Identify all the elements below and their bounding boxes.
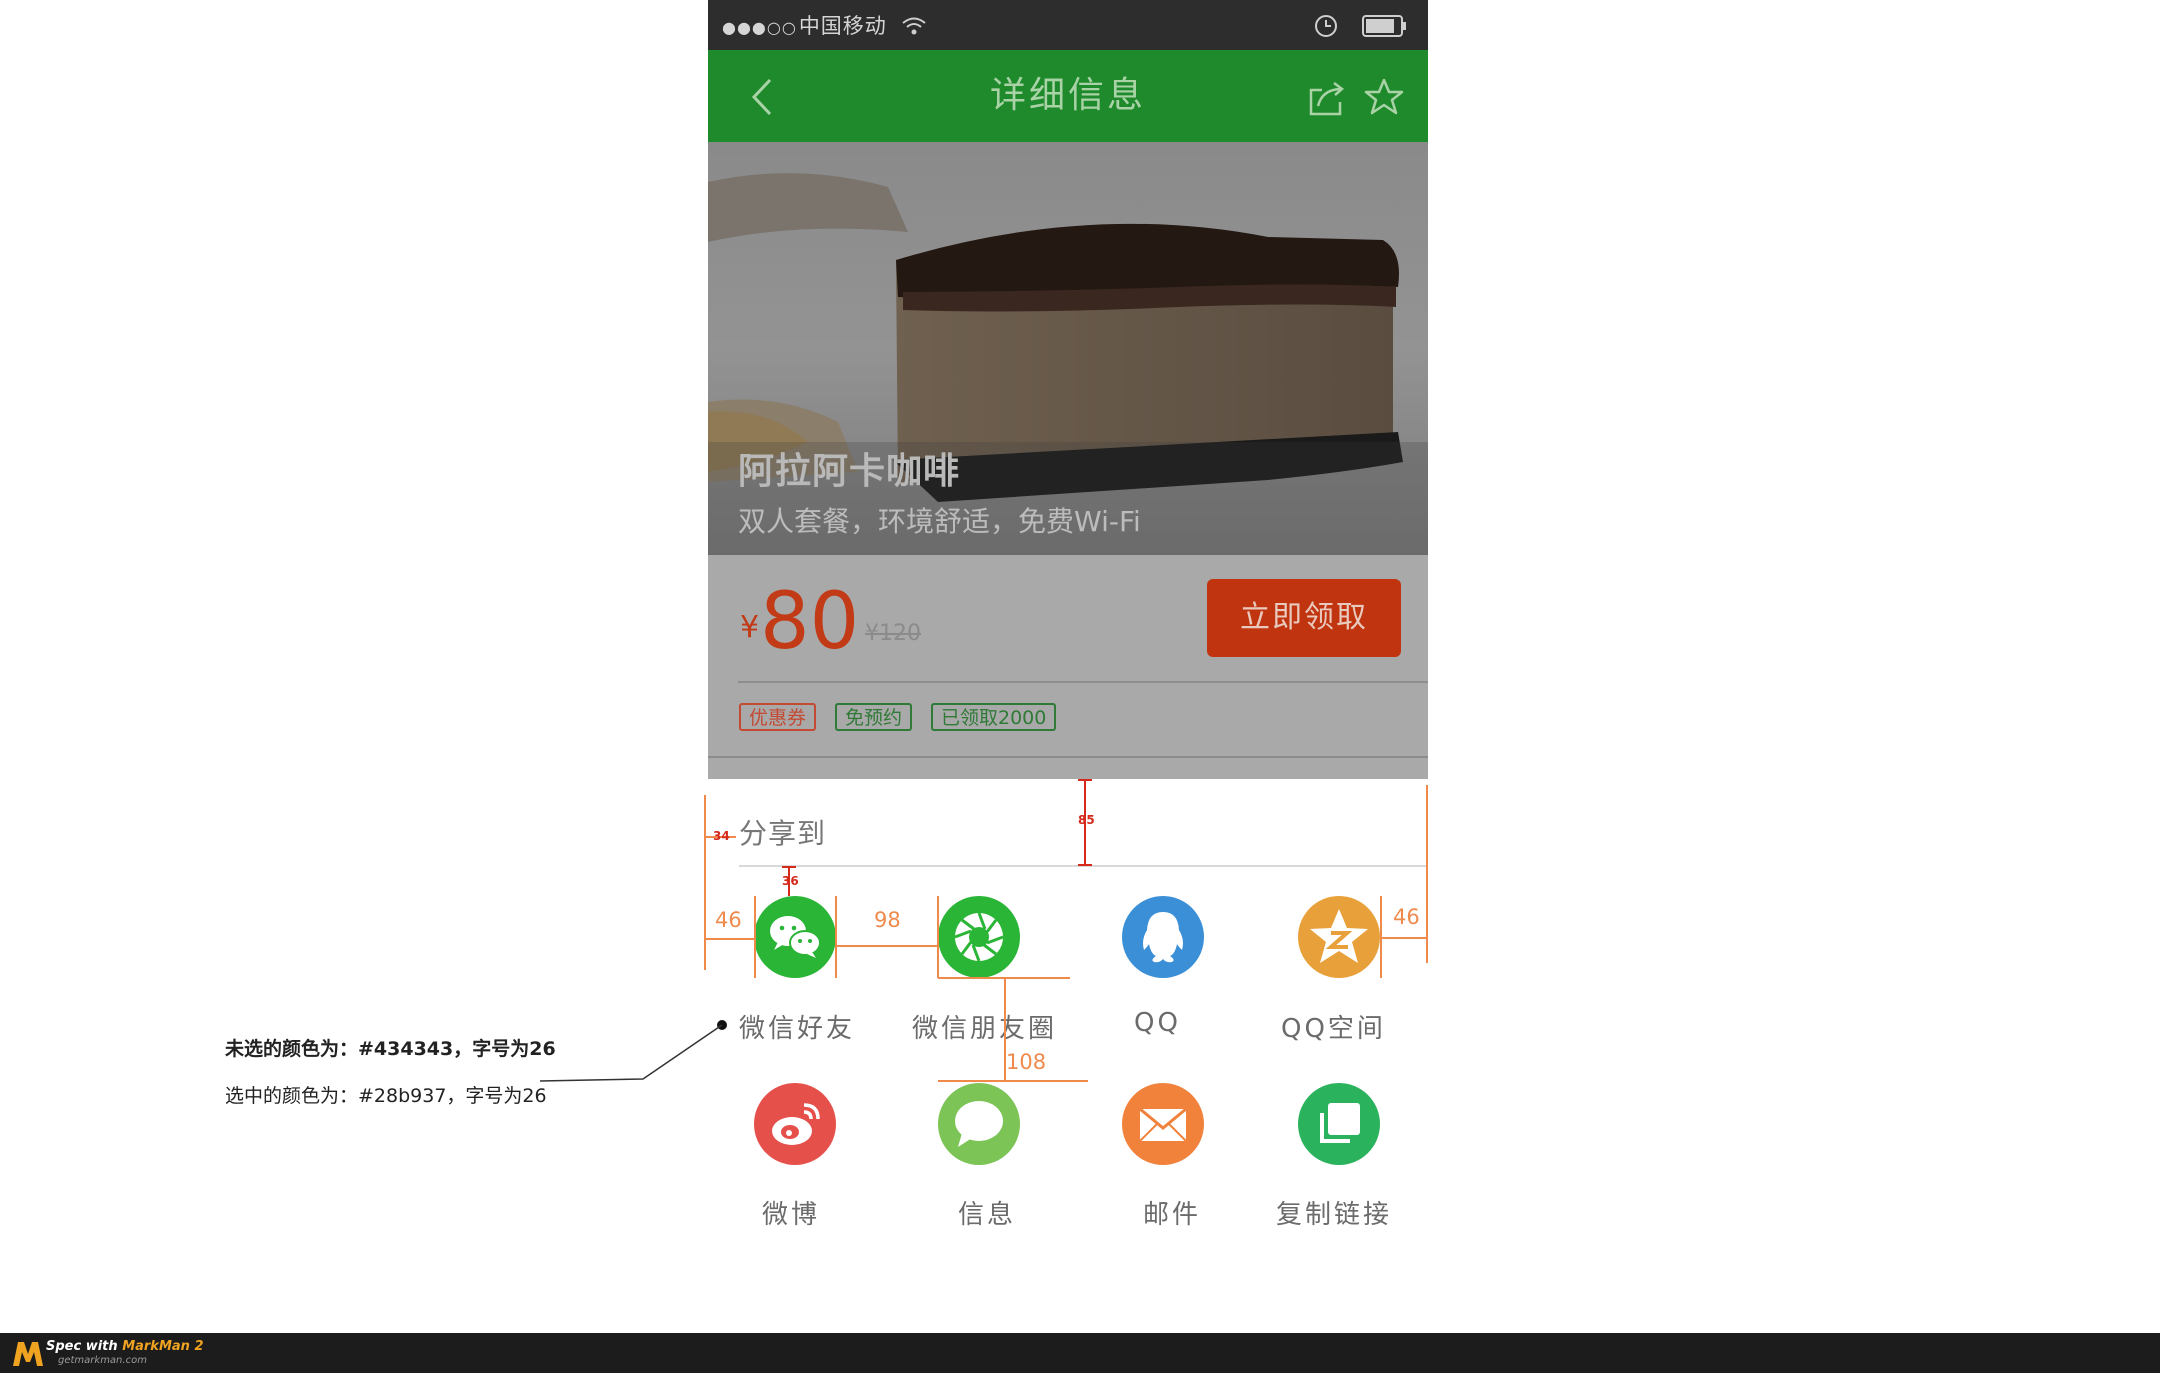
footer-url: getmarkman.com — [58, 1355, 147, 1366]
share-item-message[interactable] — [938, 1083, 1020, 1165]
share-label-qzone: QQ空间 — [1281, 1014, 1386, 1044]
share-label-moments: 微信朋友圈 — [912, 1014, 1058, 1044]
price-section: ¥ 80 ¥120 立即领取 优惠券 免预约 已领取2000 — [708, 555, 1428, 779]
share-item-qzone[interactable] — [1298, 896, 1380, 978]
phone-screen: ●●●○○中国移动 详细信息 阿拉阿卡咖啡 双人套餐，环境舒适，免费Wi-Fi … — [704, 0, 1428, 1373]
share-label-wechat: 微信好友 — [739, 1014, 856, 1044]
divider — [708, 756, 1428, 758]
tag-no-reservation: 免预约 — [835, 703, 913, 731]
share-item-weibo[interactable] — [754, 1083, 836, 1165]
share-title: 分享到 — [739, 817, 827, 850]
shop-name: 阿拉阿卡咖啡 — [738, 451, 961, 492]
share-item-wechat[interactable] — [754, 896, 836, 978]
markman-logo-icon — [13, 1342, 43, 1366]
nav-bar: 详细信息 — [708, 50, 1428, 142]
spec-36: 36 — [782, 874, 799, 888]
copy-link-icon — [1320, 1103, 1360, 1143]
spec-guide — [704, 938, 756, 940]
tag-claimed-count: 已领取2000 — [931, 703, 1057, 731]
spec-guide — [754, 896, 756, 978]
share-label-mail: 邮件 — [1143, 1200, 1202, 1230]
footer-brand-prefix: Spec with — [46, 1339, 123, 1354]
spec-108: 108 — [1006, 1050, 1047, 1074]
spec-guide — [938, 1080, 1088, 1082]
spec-guide — [704, 795, 706, 970]
spec-guide — [1382, 937, 1428, 939]
spec-guide — [1380, 896, 1382, 978]
share-label-weibo: 微博 — [762, 1200, 821, 1230]
wechat-icon — [770, 916, 821, 958]
carrier-name: 中国移动 — [798, 14, 887, 38]
spec-guide — [1078, 864, 1092, 866]
wifi-icon — [901, 17, 926, 35]
share-label-copy-link: 复制链接 — [1276, 1200, 1393, 1230]
clock-icon — [1315, 15, 1337, 37]
spec-guide — [1078, 779, 1092, 781]
mail-icon — [1139, 1107, 1187, 1142]
share-icon[interactable] — [1308, 80, 1348, 116]
share-label-message: 信息 — [958, 1200, 1017, 1230]
spec-guide — [782, 866, 796, 868]
share-label-qq: QQ — [1134, 1008, 1181, 1038]
hero-image: 阿拉阿卡咖啡 双人套餐，环境舒适，免费Wi-Fi — [708, 142, 1428, 555]
qq-icon — [1143, 912, 1183, 963]
spec-guide — [937, 896, 939, 978]
qzone-icon — [1310, 909, 1368, 963]
share-item-copy-link[interactable] — [1298, 1083, 1380, 1165]
original-price: ¥120 — [865, 621, 921, 646]
moments-icon — [954, 912, 1004, 962]
signal-dots: ●●●○○ — [722, 18, 797, 37]
spec-85: 85 — [1078, 813, 1095, 827]
spec-34: 34 — [713, 829, 730, 843]
share-item-moments[interactable] — [938, 896, 1020, 978]
claim-button[interactable]: 立即领取 — [1207, 579, 1401, 657]
spec-46-right: 46 — [1393, 905, 1420, 929]
battery-icon — [1362, 15, 1406, 37]
current-price: 80 — [760, 577, 860, 667]
spec-guide — [835, 896, 837, 978]
spec-guide — [837, 945, 938, 947]
share-item-mail[interactable] — [1122, 1083, 1204, 1165]
currency-symbol: ¥ — [740, 610, 760, 645]
weibo-icon — [772, 1103, 820, 1145]
annotation-leader — [540, 1020, 727, 1082]
share-item-qq[interactable] — [1122, 896, 1204, 978]
message-icon — [955, 1101, 1003, 1147]
note-selected-color: 选中的颜色为：#28b937，字号为26 — [225, 1085, 547, 1107]
tag-coupon: 优惠券 — [739, 703, 817, 731]
spec-98: 98 — [874, 908, 901, 932]
spec-46-left: 46 — [715, 908, 742, 932]
footer-bar: Spec with MarkMan 2 getmarkman.com — [0, 1333, 2160, 1373]
carrier-info: ●●●○○中国移动 — [722, 10, 927, 40]
footer-brand: Spec with MarkMan 2 — [46, 1339, 204, 1354]
status-bar: ●●●○○中国移动 — [708, 0, 1428, 50]
note-unselected-color: 未选的颜色为：#434343，字号为26 — [225, 1038, 556, 1060]
footer-brand-name: MarkMan 2 — [122, 1339, 204, 1354]
shop-description: 双人套餐，环境舒适，免费Wi-Fi — [738, 505, 1141, 538]
divider — [738, 681, 1428, 683]
star-icon[interactable] — [1364, 78, 1404, 116]
